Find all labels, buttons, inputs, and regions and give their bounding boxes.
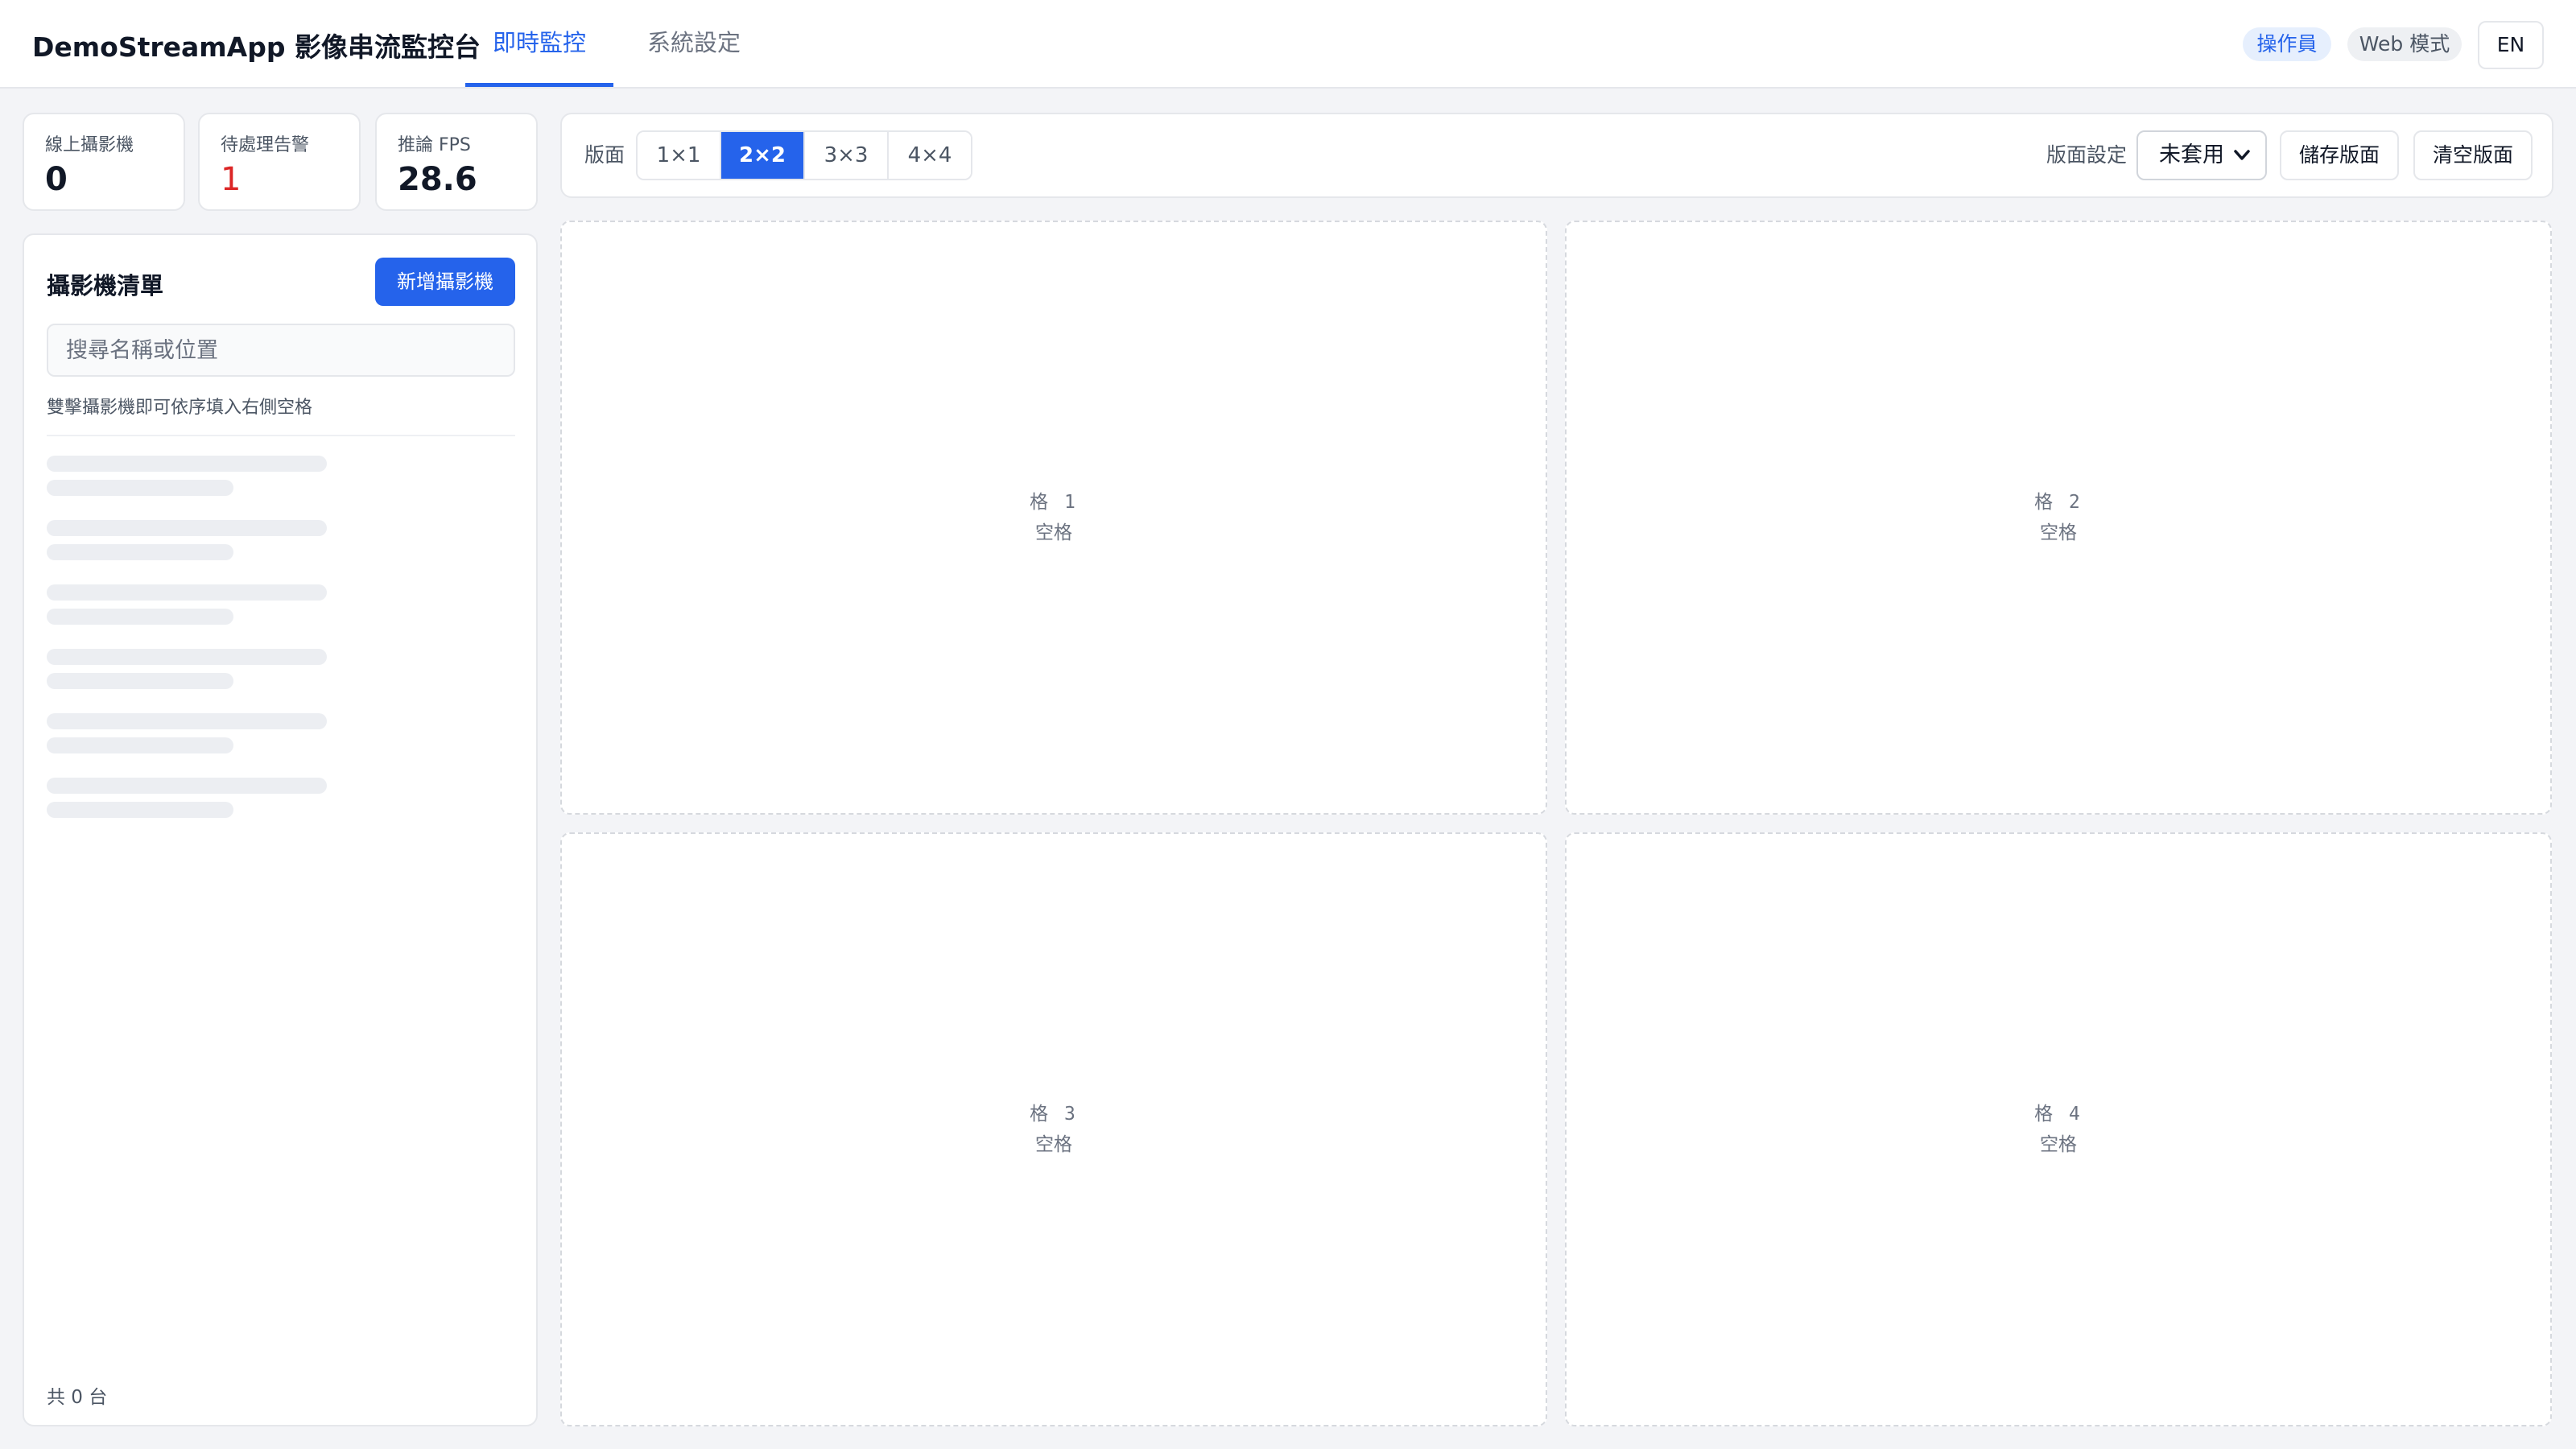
stat-value: 0 [45,161,68,198]
layout-preset-value: 未套用 [2159,142,2224,167]
layout-preset-label: 版面設定 [2046,143,2128,167]
loading-placeholder [47,456,327,472]
layout-option-2x2[interactable]: 2×2 [721,132,805,179]
video-grid-cell-2[interactable]: 格 2 空格 [1565,221,2552,815]
camera-list-hint: 雙擊攝影機即可依序填入右側空格 [47,398,313,418]
layout-preset-select[interactable]: 未套用 [2136,130,2267,180]
loading-placeholder [47,480,233,496]
cell-placeholder: 格 2 空格 [1567,487,2550,548]
cell-label: 格 2 [2034,492,2083,513]
video-grid-cell-1[interactable]: 格 1 空格 [560,221,1547,815]
stat-value: 1 [221,161,242,198]
loading-placeholder [47,778,327,794]
mode-badge: Web 模式 [2347,27,2462,61]
cell-status: 空格 [2040,522,2077,543]
layout-option-4x4[interactable]: 4×4 [889,132,971,179]
layout-selector: 1×1 2×2 3×3 4×4 [636,130,972,180]
cell-label: 格 4 [2034,1104,2083,1125]
camera-list-panel: 攝影機清單 新增攝影機 雙擊攝影機即可依序填入右側空格 共 0 台 [23,233,538,1426]
top-header: DemoStreamApp 影像串流監控台 即時監控 系統設定 操作員 Web … [0,0,2576,89]
chevron-down-icon [2233,132,2251,197]
loading-placeholder [47,713,327,729]
cell-label: 格 1 [1030,492,1078,513]
loading-placeholder [47,544,233,560]
stat-label: 待處理告警 [221,135,310,155]
divider [47,435,515,436]
camera-count: 共 0 台 [47,1387,108,1408]
layout-label: 版面 [584,143,625,167]
stat-card-inference-fps: 推論 FPS 28.6 [375,113,538,211]
clear-layout-button[interactable]: 清空版面 [2413,130,2533,180]
loading-placeholder [47,802,233,818]
cell-status: 空格 [2040,1134,2077,1155]
stat-card-online-cameras: 線上攝影機 0 [23,113,185,211]
loading-placeholder [47,520,327,536]
cell-label: 格 3 [1030,1104,1078,1125]
cell-placeholder: 格 3 空格 [562,1099,1546,1160]
app-title: DemoStreamApp 影像串流監控台 [32,31,481,63]
tab-system-settings[interactable]: 系統設定 [633,0,755,87]
stat-label: 線上攝影機 [45,135,134,155]
layout-option-1x1[interactable]: 1×1 [638,132,721,179]
stat-card-pending-alerts: 待處理告警 1 [198,113,361,211]
stat-value: 28.6 [398,161,477,198]
cell-placeholder: 格 1 空格 [562,487,1546,548]
tab-live-monitoring[interactable]: 即時監控 [465,0,613,87]
camera-search-input[interactable] [47,324,515,377]
layout-option-3x3[interactable]: 3×3 [805,132,889,179]
cell-status: 空格 [1035,522,1072,543]
video-grid-cell-4[interactable]: 格 4 空格 [1565,832,2552,1426]
loading-placeholder [47,584,327,601]
loading-placeholder [47,673,233,689]
loading-placeholder [47,609,233,625]
stat-label: 推論 FPS [398,135,471,155]
cell-status: 空格 [1035,1134,1072,1155]
video-grid-cell-3[interactable]: 格 3 空格 [560,832,1547,1426]
loading-placeholder [47,649,327,665]
add-camera-button[interactable]: 新增攝影機 [375,258,515,306]
cell-placeholder: 格 4 空格 [1567,1099,2550,1160]
save-layout-button[interactable]: 儲存版面 [2280,130,2399,180]
camera-list-title: 攝影機清單 [47,272,164,299]
loading-placeholder [47,737,233,753]
language-toggle-button[interactable]: EN [2478,21,2544,69]
role-badge: 操作員 [2243,27,2331,61]
layout-toolbar: 版面 1×1 2×2 3×3 4×4 版面設定 未套用 儲存版面 清空版面 [560,113,2553,198]
